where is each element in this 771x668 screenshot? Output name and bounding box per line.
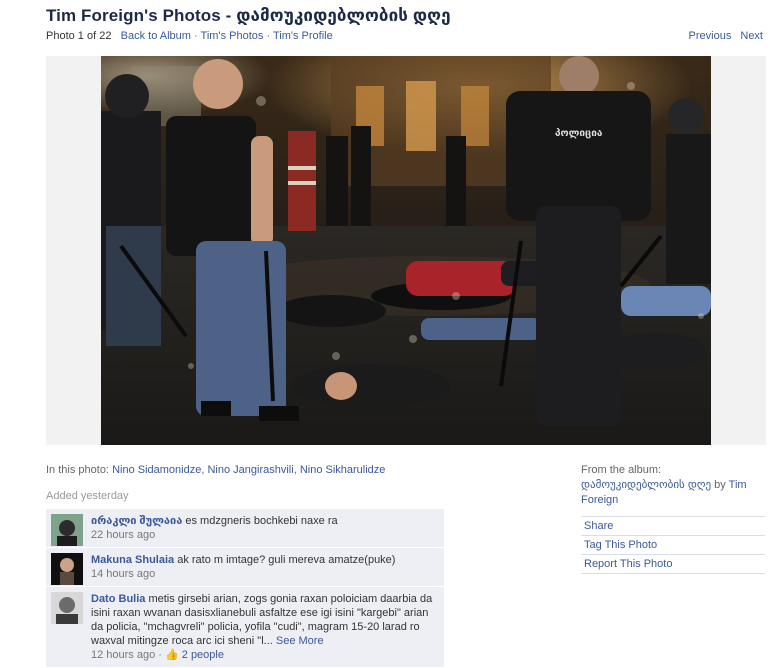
photo-actions: Share Tag This Photo Report This Photo [581,516,765,574]
album-label: From the album: [581,464,662,476]
avatar[interactable] [51,514,83,546]
back-to-album-link[interactable]: Back to Album [121,30,191,42]
comment: ირაკლი შულაია es mdzgneris bochkebi naxe… [46,509,444,548]
photo-pager: Previous Next [683,30,763,42]
avatar-image [51,592,83,624]
thumbs-up-icon: 👍 [165,649,179,661]
comment-text: ak rato m imtage? guli mereva amatze(puk… [177,554,396,566]
album-link[interactable]: დამოუკიდებლობის დღე [581,479,711,491]
comment-author[interactable]: Makuna Shulaia [91,554,174,566]
tagged-person[interactable]: Nino Jangirashvili [207,464,293,476]
comment-time-row: 12 hours ago · 👍 2 people [91,649,224,661]
comment-time: 22 hours ago [91,529,156,541]
album-info: From the album: დამოუკიდებლობის დღე by T… [581,463,766,508]
avatar[interactable] [51,592,83,624]
like-count[interactable]: 2 people [182,649,224,661]
photo-count: Photo 1 of 22 [46,30,112,42]
avatar-image [51,553,83,585]
page-title: Tim Foreign's Photos - დამოუკიდებლობის დ… [46,6,451,25]
share-button[interactable]: Share [581,516,765,536]
comment-text: es mdzgneris bochkebi naxe ra [185,515,338,527]
night-street-photo: პოლიცია [101,56,711,445]
tagged-person[interactable]: Nino Sidamonidze [112,464,201,476]
previous-link[interactable]: Previous [689,30,732,42]
comment: Makuna Shulaia ak rato m imtage? guli me… [46,548,444,587]
next-link[interactable]: Next [740,30,763,42]
main-photo[interactable]: პოლიცია [101,56,711,445]
comment-list: ირაკლი შულაია es mdzgneris bochkebi naxe… [46,509,444,668]
added-time: Added yesterday [46,490,129,502]
album-by: by [714,479,726,491]
photo-stage: პოლიცია [46,56,766,445]
tagged-label: In this photo: [46,464,109,476]
jacket-lettering: პოლიცია [555,127,603,139]
comment-author[interactable]: Dato Bulia [91,593,145,605]
tagged-people: In this photo: Nino Sidamonidze, Nino Ja… [46,464,386,476]
comment-author[interactable]: ირაკლი შულაია [91,515,182,527]
tag-photo-button[interactable]: Tag This Photo [581,536,765,555]
separator: · [266,30,271,42]
comment-time: 14 hours ago [91,568,156,580]
tims-profile-link[interactable]: Tim's Profile [273,30,333,42]
comment-time: 12 hours ago [91,649,156,661]
tims-photos-link[interactable]: Tim's Photos [201,30,264,42]
see-more-link[interactable]: See More [276,635,324,647]
photo-subnav: Photo 1 of 22 Back to Album · Tim's Phot… [46,30,333,42]
album-source: დამოუკიდებლობის დღე by Tim Foreign [581,478,766,508]
avatar-image [51,514,83,546]
tagged-person[interactable]: Nino Sikharulidze [300,464,386,476]
avatar[interactable] [51,553,83,585]
separator: · [194,30,198,42]
report-photo-button[interactable]: Report This Photo [581,555,765,574]
comment: Dato Bulia metis girsebi arian, zogs gon… [46,587,444,668]
